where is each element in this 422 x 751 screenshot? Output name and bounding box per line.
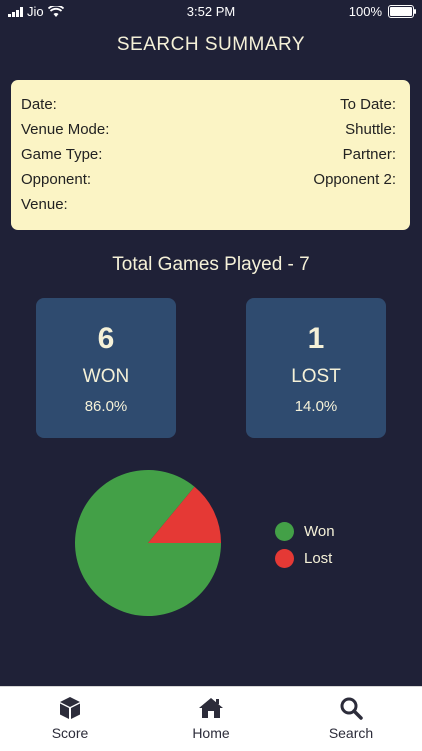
home-icon <box>199 698 223 718</box>
summary-row: Game Type: Partner: <box>21 146 396 163</box>
won-count: 6 <box>97 322 115 355</box>
win-loss-pie-chart <box>74 469 221 616</box>
opponent-2-label: Opponent 2: <box>313 171 396 188</box>
legend-label-lost: Lost <box>304 550 333 567</box>
total-games-played: Total Games Played - 7 <box>112 254 310 275</box>
venue-mode-label: Venue Mode: <box>21 121 110 138</box>
battery-icon <box>388 5 416 18</box>
tab-home-label: Home <box>192 725 230 741</box>
tab-search[interactable]: Search <box>301 695 401 741</box>
opponent-label: Opponent: <box>21 171 92 188</box>
summary-row: Venue Mode: Shuttle: <box>21 121 396 138</box>
lost-label: LOST <box>291 366 341 387</box>
won-legend-swatch <box>275 522 294 541</box>
page-title: SEARCH SUMMARY <box>116 34 306 55</box>
to-date-label: To Date: <box>340 96 396 113</box>
tab-search-label: Search <box>328 725 374 741</box>
cube-icon <box>60 697 80 719</box>
venue-label: Venue: <box>21 196 68 213</box>
battery-percent: 100% <box>348 4 382 19</box>
legend-item-lost: Lost <box>275 545 335 572</box>
search-icon <box>340 697 363 720</box>
legend-item-won: Won <box>275 518 335 545</box>
tab-score[interactable]: Score <box>20 695 120 741</box>
lost-legend-swatch <box>275 549 294 568</box>
shuttle-label: Shuttle: <box>345 121 396 138</box>
bottom-tab-bar: Score Home Search <box>0 686 422 751</box>
won-card: 6 WON 86.0% <box>36 298 176 438</box>
tab-home[interactable]: Home <box>161 695 261 741</box>
won-label: WON <box>82 366 130 387</box>
legend-label-won: Won <box>304 523 335 540</box>
status-right: 100% <box>348 4 416 19</box>
summary-row: Venue: <box>21 196 396 213</box>
lost-percent: 14.0% <box>294 398 338 415</box>
won-percent: 86.0% <box>84 398 128 415</box>
date-label: Date: <box>21 96 57 113</box>
chart-legend: Won Lost <box>275 518 335 572</box>
summary-row: Date: To Date: <box>21 96 396 113</box>
game-type-label: Game Type: <box>21 146 103 163</box>
lost-card: 1 LOST 14.0% <box>246 298 386 438</box>
status-bar: Jio 3:52 PM 100% <box>0 0 422 24</box>
search-criteria-panel: Date: To Date: Venue Mode: Shuttle: Game… <box>11 80 410 230</box>
lost-count: 1 <box>307 322 325 355</box>
tab-score-label: Score <box>51 725 89 741</box>
partner-label: Partner: <box>342 146 396 163</box>
summary-row: Opponent: Opponent 2: <box>21 171 396 188</box>
